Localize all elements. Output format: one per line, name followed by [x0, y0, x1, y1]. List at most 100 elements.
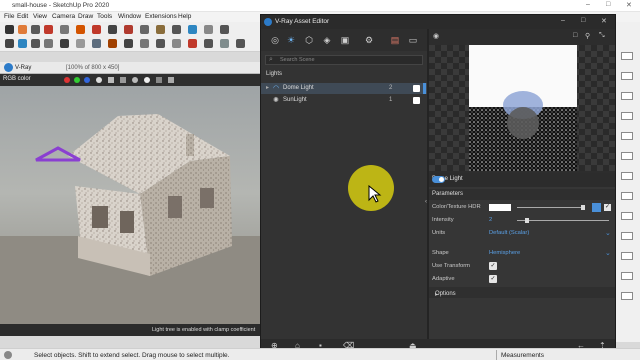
vray-vfb-icon[interactable] [44, 39, 53, 48]
slider-handle[interactable] [581, 205, 585, 210]
panel-tab-icon[interactable] [621, 72, 633, 80]
vray-editor-icon[interactable] [31, 39, 40, 48]
lights-tab-icon[interactable]: ☀ [285, 34, 297, 46]
info-icon[interactable] [4, 351, 12, 359]
vray-fur-icon[interactable] [92, 39, 101, 48]
clear-image-icon[interactable] [120, 77, 126, 83]
vray-omni-light-icon[interactable] [172, 39, 181, 48]
maximize-icon[interactable]: □ [581, 17, 585, 24]
parameters-section[interactable]: Parameters [429, 189, 615, 200]
menu-camera[interactable]: Camera [52, 13, 75, 20]
intensity-slider[interactable] [517, 220, 609, 221]
render-preview-image[interactable] [0, 86, 262, 324]
render-icon[interactable]: ▤ [389, 34, 401, 46]
intensity-input[interactable]: 2 [489, 217, 492, 223]
frame-buffer-icon[interactable]: ▭ [407, 34, 419, 46]
color-swatch[interactable] [489, 204, 511, 211]
options-section[interactable]: ▸ Options [429, 287, 615, 298]
chevron-down-icon[interactable]: ⌄ [605, 249, 611, 257]
vray-rect-light-icon[interactable] [204, 39, 213, 48]
channel-select[interactable]: RGB color [3, 76, 31, 82]
vray-mesh-light-icon[interactable] [108, 39, 117, 48]
units-dropdown[interactable]: Default (Scalar) [489, 230, 529, 236]
vray-lights-icon[interactable] [60, 39, 69, 48]
shape-dropdown[interactable]: Hemisphere [489, 250, 520, 256]
geometry-tab-icon[interactable]: ⬡ [303, 34, 315, 46]
arc-tool-icon[interactable] [44, 25, 53, 34]
vray-sphere-light-icon[interactable] [124, 39, 133, 48]
preview-settings-icon[interactable]: ⤡ [599, 32, 605, 40]
panel-tab-icon[interactable] [621, 272, 633, 280]
materials-tab-icon[interactable]: ◎ [269, 34, 281, 46]
lens-effects-icon[interactable] [144, 77, 150, 83]
vray-interactive-icon[interactable] [18, 39, 27, 48]
panel-tab-icon[interactable] [621, 172, 633, 180]
chevron-down-icon[interactable]: ⌄ [605, 229, 611, 237]
rotate-tool-icon[interactable] [108, 25, 117, 34]
measurements-box[interactable]: Measurements [496, 350, 640, 360]
text-tool-icon[interactable] [172, 25, 181, 34]
expand-icon[interactable]: ▸ [266, 84, 269, 91]
select-tool-icon[interactable] [5, 25, 14, 34]
textures-tab-icon[interactable]: ◈ [321, 34, 333, 46]
shape-tool-icon[interactable] [60, 25, 69, 34]
adaptive-checkbox[interactable]: ✓ [489, 275, 497, 283]
menu-draw[interactable]: Draw [78, 13, 93, 20]
orbit-tool-icon[interactable] [188, 25, 197, 34]
history-icon[interactable] [156, 77, 162, 83]
close-icon[interactable]: ✕ [601, 17, 607, 25]
blue-channel-icon[interactable] [84, 77, 90, 83]
color-multiplier-slider[interactable] [517, 207, 585, 208]
vray-proxy-icon[interactable] [76, 39, 85, 48]
render-elements-tab-icon[interactable]: ▣ [339, 34, 351, 46]
slider-handle[interactable] [525, 218, 529, 223]
light-enabled-checkbox[interactable] [413, 85, 420, 92]
maximize-icon[interactable]: □ [606, 1, 610, 8]
eraser-tool-icon[interactable] [18, 25, 27, 34]
light-row-sun[interactable]: ✺ SunLight 1 [261, 95, 427, 106]
panel-tab-icon[interactable] [621, 152, 633, 160]
menu-extensions[interactable]: Extensions [145, 13, 177, 20]
light-enable-toggle[interactable] [432, 176, 445, 183]
vray-plane-icon[interactable] [220, 39, 229, 48]
region-render-icon[interactable] [132, 77, 138, 83]
menu-file[interactable]: File [4, 13, 14, 20]
panel-tab-icon[interactable] [621, 232, 633, 240]
save-image-icon[interactable] [108, 77, 114, 83]
collapse-arrow-icon[interactable]: ‹ [425, 199, 427, 205]
panel-tab-icon[interactable] [621, 252, 633, 260]
menu-tools[interactable]: Tools [97, 13, 112, 20]
panel-tab-icon[interactable] [621, 192, 633, 200]
texture-slot-icon[interactable] [592, 203, 601, 212]
vray-ies-light-icon[interactable] [156, 39, 165, 48]
texture-enabled-checkbox[interactable]: ✓ [604, 204, 611, 211]
panel-tab-icon[interactable] [621, 292, 633, 300]
vray-spot-light-icon[interactable] [140, 39, 149, 48]
preview-toggle-icon[interactable]: ◉ [433, 32, 439, 40]
compare-icon[interactable] [168, 77, 174, 83]
preview-scene-icon[interactable]: □ [573, 32, 577, 39]
vray-clipper-icon[interactable] [236, 39, 245, 48]
red-channel-icon[interactable] [64, 77, 70, 83]
green-channel-icon[interactable] [74, 77, 80, 83]
menu-edit[interactable]: Edit [17, 13, 28, 20]
scale-tool-icon[interactable] [124, 25, 133, 34]
offset-tool-icon[interactable] [140, 25, 149, 34]
vray-render-icon[interactable] [5, 39, 14, 48]
move-tool-icon[interactable] [92, 25, 101, 34]
pin-icon[interactable]: ⚲ [585, 32, 590, 40]
settings-tab-icon[interactable]: ⚙ [363, 34, 375, 46]
push-pull-tool-icon[interactable] [76, 25, 85, 34]
use-transform-checkbox[interactable]: ✓ [489, 262, 497, 270]
menu-view[interactable]: View [33, 13, 47, 20]
panel-tab-icon[interactable] [621, 132, 633, 140]
close-icon[interactable]: ✕ [626, 1, 632, 9]
line-tool-icon[interactable] [31, 25, 40, 34]
panel-tab-icon[interactable] [621, 112, 633, 120]
menu-help[interactable]: Help [178, 13, 191, 20]
minimize-icon[interactable]: – [586, 1, 590, 8]
panel-tab-icon[interactable] [621, 212, 633, 220]
zoom-tool-icon[interactable] [220, 25, 229, 34]
alpha-channel-icon[interactable] [96, 77, 102, 83]
pan-tool-icon[interactable] [204, 25, 213, 34]
